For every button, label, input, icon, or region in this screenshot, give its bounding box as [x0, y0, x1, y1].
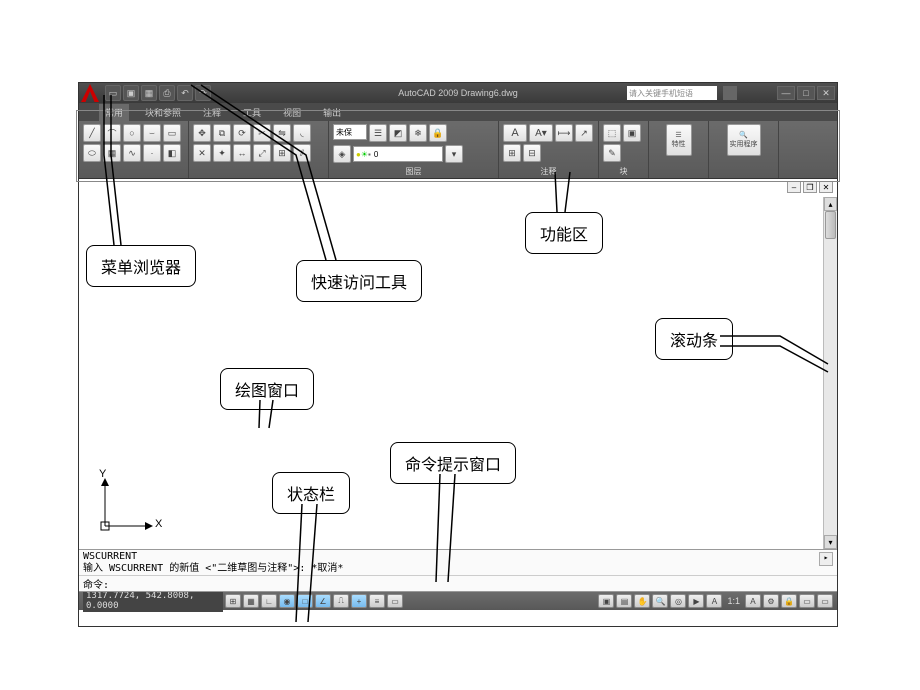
- dimension-tool-icon[interactable]: ⟼: [555, 124, 573, 142]
- properties-icon: ☰: [675, 131, 681, 139]
- ucs-x-label: X: [155, 518, 162, 530]
- callout-scrollbar: 滚动条: [655, 318, 733, 360]
- layer-lock-icon[interactable]: 🔒: [429, 124, 447, 142]
- callout-status-bar: 状态栏: [272, 472, 350, 514]
- scroll-down-icon[interactable]: ▾: [824, 535, 837, 549]
- callout-command-window: 命令提示窗口: [390, 442, 516, 484]
- window-title: AutoCAD 2009 Drawing6.dwg: [398, 88, 518, 98]
- point-tool-icon[interactable]: ·: [143, 144, 161, 162]
- callout-qat: 快速访问工具: [296, 260, 422, 302]
- ribbon-panel-layers: 未保 ☰ ◩ ❄ 🔒 ◈ ●☀▪ 0 ▾ 图层: [329, 121, 499, 178]
- cmd-scroll-controls[interactable]: ▸: [819, 552, 833, 566]
- qat-print-icon[interactable]: ⎙: [159, 85, 175, 101]
- region-tool-icon[interactable]: ◧: [163, 144, 181, 162]
- status-hw-icon[interactable]: ▭: [799, 594, 815, 608]
- layer-freeze-icon[interactable]: ❄: [409, 124, 427, 142]
- window-controls: — □ ✕: [777, 86, 835, 100]
- layer-combo-value: 0: [374, 150, 378, 159]
- leader-tool-icon[interactable]: ↗: [575, 124, 593, 142]
- dim-style-icon[interactable]: ⊟: [523, 144, 541, 162]
- rectangle-tool-icon[interactable]: ▭: [163, 124, 181, 142]
- status-model-icon[interactable]: ▣: [598, 594, 614, 608]
- status-ortho-icon[interactable]: ∟: [261, 594, 277, 608]
- table-tool-icon[interactable]: ⊞: [503, 144, 521, 162]
- scroll-up-icon[interactable]: ▴: [824, 197, 837, 211]
- layer-properties-icon[interactable]: ☰: [369, 124, 387, 142]
- status-zoom-icon[interactable]: 🔍: [652, 594, 668, 608]
- callout-ribbon: 功能区: [525, 212, 603, 254]
- zoom-icon: 🔍: [739, 131, 748, 139]
- status-lwt-icon[interactable]: ≡: [369, 594, 385, 608]
- layer-more-icon[interactable]: ▾: [445, 145, 463, 163]
- layer-iso-icon[interactable]: ◩: [389, 124, 407, 142]
- status-pan-icon[interactable]: ✋: [634, 594, 650, 608]
- text-tool-icon[interactable]: A: [503, 124, 527, 142]
- scroll-thumb[interactable]: [825, 211, 836, 239]
- arc-tool-icon[interactable]: ⌣: [143, 124, 161, 142]
- utilities-button[interactable]: 🔍 实用程序: [727, 124, 761, 156]
- doc-close-button[interactable]: ✕: [819, 181, 833, 193]
- status-bar: 1317.7724, 542.8008, 0.0000 ⊞ ▦ ∟ ◉ □ ∠ …: [79, 592, 837, 610]
- status-steering-icon[interactable]: ◎: [670, 594, 686, 608]
- panel-label-utilities: [713, 176, 774, 177]
- command-prompt: 命令:: [83, 576, 109, 591]
- minimize-button[interactable]: —: [777, 86, 795, 100]
- insert-block-icon[interactable]: ⬚: [603, 124, 621, 142]
- status-layout-icon[interactable]: ▤: [616, 594, 632, 608]
- callout-menu-browser: 菜单浏览器: [86, 245, 196, 287]
- panel-label-block: 块: [603, 165, 644, 177]
- status-coords[interactable]: 1317.7724, 542.8008, 0.0000: [83, 590, 223, 612]
- status-dyn-icon[interactable]: +: [351, 594, 367, 608]
- close-button[interactable]: ✕: [817, 86, 835, 100]
- status-ducs-icon[interactable]: ⎍: [333, 594, 349, 608]
- layer-combo[interactable]: ●☀▪ 0: [353, 146, 443, 162]
- ribbon-panel-utilities: 🔍 实用程序: [709, 121, 779, 178]
- status-snap-icon[interactable]: ⊞: [225, 594, 241, 608]
- status-clean-icon[interactable]: ▭: [817, 594, 833, 608]
- properties-button[interactable]: ☰ 特性: [666, 124, 692, 156]
- status-showmotion-icon[interactable]: ▶: [688, 594, 704, 608]
- ribbon-panel-block: ⬚ ▣ ✎ 块: [599, 121, 649, 178]
- tab-blocks[interactable]: 块和参照: [139, 104, 187, 121]
- block-edit-icon[interactable]: ✎: [603, 144, 621, 162]
- ribbon-panel-annotation: A A▾ ⟼ ↗ ⊞ ⊟ 注释: [499, 121, 599, 178]
- status-annoscale-icon[interactable]: Ａ: [706, 594, 722, 608]
- status-lock-icon[interactable]: 🔒: [781, 594, 797, 608]
- create-block-icon[interactable]: ▣: [623, 124, 641, 142]
- qat-save-icon[interactable]: ▦: [141, 85, 157, 101]
- ucs-y-label: Y: [99, 468, 106, 480]
- search-input[interactable]: 请入关键手机短语: [627, 86, 717, 100]
- maximize-button[interactable]: □: [797, 86, 815, 100]
- panel-label-layers: 图层: [333, 165, 494, 177]
- callout-drawing-window: 绘图窗口: [220, 368, 314, 410]
- search-icon[interactable]: [723, 86, 737, 100]
- ribbon-panel-properties: ☰ 特性: [649, 121, 709, 178]
- status-qp-icon[interactable]: ▭: [387, 594, 403, 608]
- properties-label: 特性: [672, 139, 686, 149]
- status-ws-icon[interactable]: ⚙: [763, 594, 779, 608]
- ucs-icon: Y X: [97, 474, 157, 539]
- status-grid-icon[interactable]: ▦: [243, 594, 259, 608]
- utilities-label: 实用程序: [730, 139, 758, 149]
- doc-window-controls: – ❐ ✕: [787, 181, 833, 193]
- doc-minimize-button[interactable]: –: [787, 181, 801, 193]
- status-scale-value[interactable]: 1:1: [727, 596, 740, 606]
- panel-label-properties: [653, 176, 704, 177]
- doc-restore-button[interactable]: ❐: [803, 181, 817, 193]
- status-annovis-icon[interactable]: Ａ: [745, 594, 761, 608]
- mtext-tool-icon[interactable]: A▾: [529, 124, 553, 142]
